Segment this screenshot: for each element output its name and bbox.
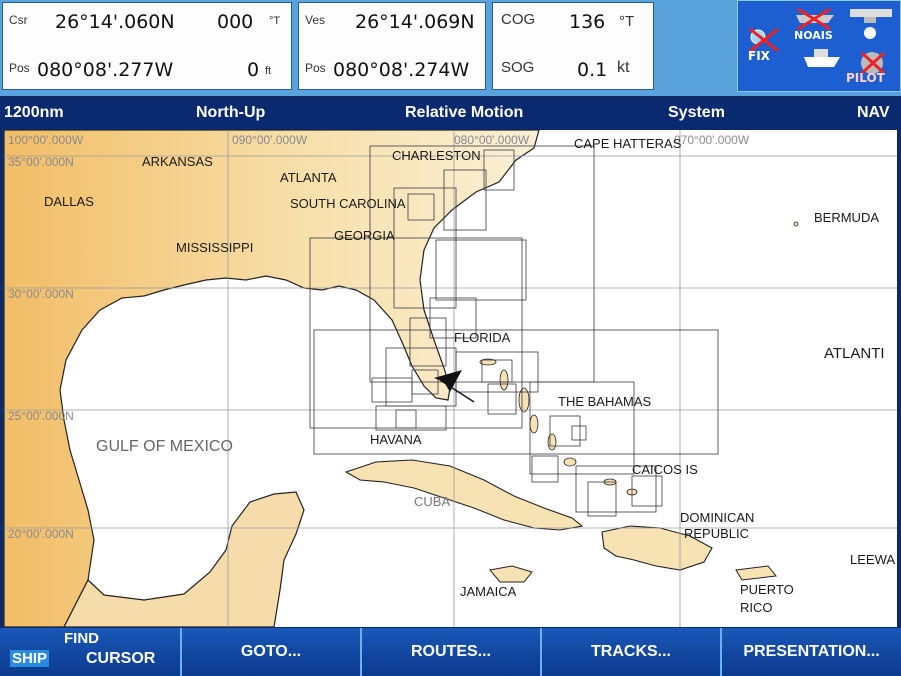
datum-readout[interactable]: System	[668, 104, 725, 122]
label-florida: FLORIDA	[454, 330, 511, 345]
vessel-latitude: 26°14'.069N	[355, 11, 475, 33]
fix-status: FIX	[748, 49, 770, 63]
cursor-bearing: 000	[217, 11, 254, 33]
label-cape-hatteras: CAPE HATTERAS	[574, 136, 682, 151]
label-atlanta: ATLANTA	[280, 170, 337, 185]
label-leeward: LEEWA	[850, 552, 895, 567]
label-gulf-of-mexico: GULF OF MEXICO	[96, 438, 233, 455]
routes-button[interactable]: ROUTES...	[360, 628, 540, 676]
label-dallas: DALLAS	[44, 194, 94, 209]
presentation-button[interactable]: PRESENTATION...	[720, 628, 901, 676]
cursor-latitude: 26°14'.060N	[55, 11, 175, 33]
cursor-data-box: Csr 26°14'.060N 000 °T Pos 080°08'.277W …	[2, 2, 292, 90]
range-readout[interactable]: 1200nm	[4, 104, 64, 122]
find-label: FIND	[64, 630, 99, 647]
chart-status-bar: 1200nm North-Up Relative Motion System N…	[0, 100, 901, 128]
label-cuba: CUBA	[414, 494, 450, 509]
label-atlantic: ATLANTI	[824, 345, 885, 362]
find-ship-cursor-button[interactable]: SHIP FIND CURSOR	[0, 628, 180, 676]
label-dominican: DOMINICAN	[680, 510, 754, 525]
grid-lat-20: 20°00'.000N	[8, 527, 74, 541]
label-south-carolina: SOUTH CAROLINA	[290, 196, 406, 211]
vessel-pos-label: Pos	[305, 61, 326, 75]
vessel-data-box: Ves 26°14'.069N Pos 080°08'.274W	[298, 2, 486, 90]
motion-readout[interactable]: Relative Motion	[405, 104, 523, 122]
grid-lon-070: 070°00'.000W	[674, 133, 750, 147]
cog-unit: °T	[619, 13, 635, 30]
boat-icon	[804, 49, 840, 67]
chart-canvas[interactable]: 100°00'.000W 090°00'.000W 080°00'.000W 0…	[3, 129, 897, 628]
grid-lon-080: 080°00'.000W	[454, 133, 530, 147]
label-havana: HAVANA	[370, 432, 422, 447]
cursor-toggle[interactable]: CURSOR	[86, 650, 155, 668]
label-republic: REPUBLIC	[684, 526, 749, 541]
label-charleston: CHARLESTON	[392, 148, 481, 163]
status-icon-panel: FIX NOAIS PILOT	[737, 0, 901, 92]
course-speed-box: COG 136 °T SOG 0.1 kt	[492, 2, 654, 90]
cursor-bearing-unit: °T	[269, 15, 281, 27]
orientation-readout[interactable]: North-Up	[196, 104, 265, 122]
ais-icon	[796, 7, 834, 31]
chart-map[interactable]: 100°00'.000W 090°00'.000W 080°00'.000W 0…	[3, 129, 897, 628]
label-bermuda: BERMUDA	[814, 210, 879, 225]
vessel-longitude: 080°08'.274W	[333, 59, 470, 81]
pilot-status: PILOT	[846, 71, 885, 85]
data-header: Csr 26°14'.060N 000 °T Pos 080°08'.277W …	[0, 0, 901, 96]
cursor-pos-label: Pos	[9, 61, 30, 75]
cursor-range: 0	[247, 59, 260, 81]
label-puerto: PUERTO	[740, 582, 794, 597]
softkey-bar: SHIP FIND CURSOR GOTO... ROUTES... TRACK…	[0, 628, 901, 676]
sog-value: 0.1	[577, 59, 608, 81]
sog-label: SOG	[501, 59, 535, 76]
label-rico: RICO	[740, 600, 773, 615]
goto-button[interactable]: GOTO...	[180, 628, 360, 676]
cursor-range-unit: ft	[265, 65, 272, 77]
label-the-bahamas: THE BAHAMAS	[558, 394, 652, 409]
satellite-icon	[749, 27, 779, 53]
cog-value: 136	[569, 11, 606, 33]
tracks-button[interactable]: TRACKS...	[540, 628, 720, 676]
radar-icon	[850, 9, 892, 39]
cog-label: COG	[501, 11, 536, 28]
grid-lon-100: 100°00'.000W	[8, 133, 84, 147]
cursor-label: Csr	[9, 13, 28, 27]
noais-status: NOAIS	[794, 29, 833, 42]
ship-toggle[interactable]: SHIP	[10, 650, 50, 667]
cursor-longitude: 080°08'.277W	[37, 59, 174, 81]
vessel-label: Ves	[305, 13, 326, 27]
label-georgia: GEORGIA	[334, 228, 395, 243]
label-mississippi: MISSISSIPPI	[176, 240, 253, 255]
label-jamaica: JAMAICA	[460, 584, 517, 599]
grid-lon-090: 090°00'.000W	[232, 133, 308, 147]
sog-unit: kt	[617, 59, 630, 76]
label-caicos-is: CAICOS IS	[632, 462, 698, 477]
nav-mode-readout: NAV	[857, 104, 890, 121]
grid-lat-25: 25°00'.000N	[8, 409, 74, 423]
grid-lat-35: 35°00'.000N	[8, 155, 74, 169]
label-arkansas: ARKANSAS	[142, 154, 213, 169]
grid-lat-30: 30°00'.000N	[8, 287, 74, 301]
